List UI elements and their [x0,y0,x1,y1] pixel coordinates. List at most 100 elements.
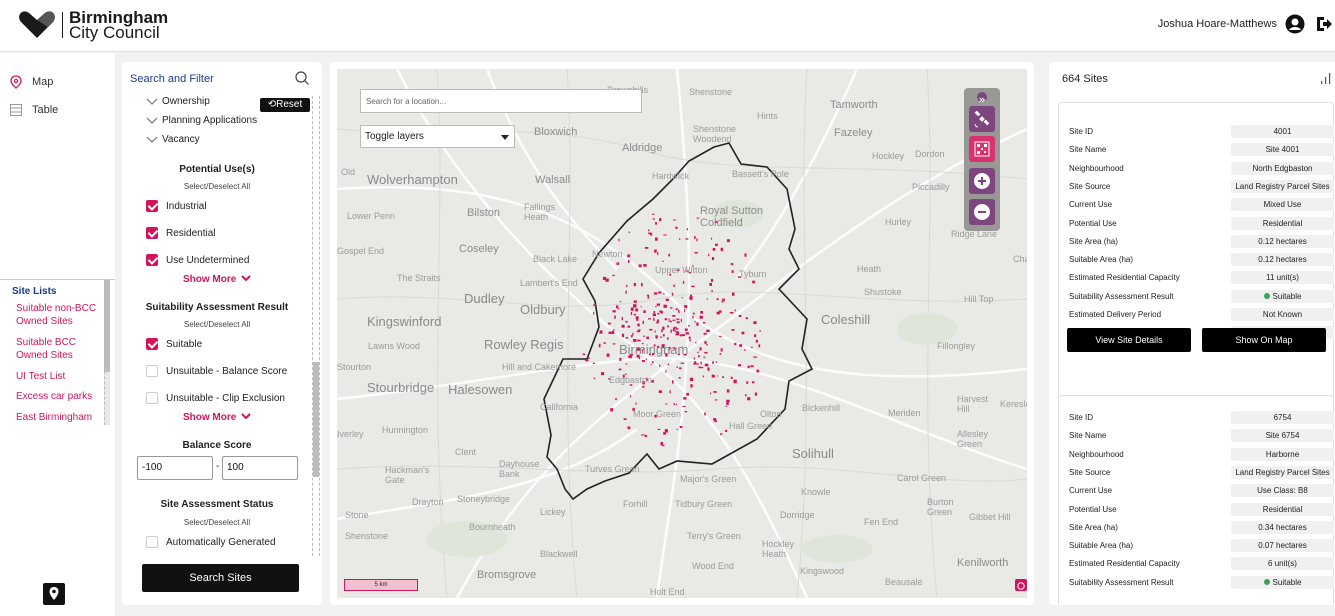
site-marker[interactable] [707,367,710,371]
site-marker[interactable] [625,363,628,365]
site-marker[interactable] [659,364,661,367]
site-marker[interactable] [734,342,737,346]
site-marker[interactable] [739,344,743,347]
site-marker[interactable] [660,310,663,314]
site-marker[interactable] [659,218,662,222]
site-marker[interactable] [752,280,756,284]
site-marker[interactable] [755,339,758,343]
site-marker[interactable] [738,315,742,317]
site-marker[interactable] [669,320,672,323]
site-marker[interactable] [685,332,690,335]
site-marker[interactable] [726,239,730,243]
site-list-item[interactable]: UI Test List [16,370,98,383]
site-list-item[interactable]: Suitable non-BCC Owned Sites [16,302,98,328]
site-marker[interactable] [662,326,665,330]
site-marker[interactable] [657,252,659,256]
site-marker[interactable] [679,367,682,370]
site-marker[interactable] [758,344,761,348]
site-marker[interactable] [675,403,677,406]
site-marker[interactable] [675,308,678,311]
site-marker[interactable] [694,320,696,323]
view-site-details-button[interactable]: View Site Details [1067,328,1191,352]
site-marker[interactable] [593,304,597,306]
site-marker[interactable] [704,351,708,354]
site-marker[interactable] [699,315,703,319]
site-marker[interactable] [621,333,625,338]
site-marker[interactable] [747,365,750,369]
site-marker[interactable] [627,325,631,328]
site-marker[interactable] [711,374,715,378]
checkbox[interactable] [146,365,158,377]
site-marker[interactable] [725,429,728,432]
potential-use-select-all[interactable]: Select/Deselect All [122,182,312,191]
site-marker[interactable] [751,381,755,384]
section-ownership[interactable]: Ownership [146,96,210,107]
site-marker[interactable] [667,337,669,340]
site-marker[interactable] [669,390,671,394]
site-marker[interactable] [593,312,595,315]
bcc-logo[interactable]: Birmingham City Council [18,9,168,41]
site-marker[interactable] [658,291,662,294]
site-marker[interactable] [657,428,661,430]
site-marker[interactable] [732,292,735,296]
site-marker[interactable] [644,434,648,437]
site-marker[interactable] [678,377,681,379]
site-marker[interactable] [630,307,634,311]
site-marker[interactable] [745,317,748,320]
site-marker[interactable] [706,329,710,333]
map-canvas[interactable]: Brownhills Shenstone Hints Tamworth Blox… [337,69,1027,598]
site-marker[interactable] [608,331,612,334]
site-marker[interactable] [685,238,689,240]
site-marker[interactable] [696,238,698,242]
site-marker[interactable] [696,322,699,326]
site-marker[interactable] [599,330,603,334]
site-marker[interactable] [664,429,668,433]
site-marker[interactable] [704,412,706,416]
checkbox-residential[interactable]: Residential [146,227,215,239]
site-marker[interactable] [683,397,687,400]
site-marker[interactable] [642,360,645,363]
site-marker[interactable] [647,294,650,297]
site-marker[interactable] [696,363,699,365]
site-marker[interactable] [657,312,660,315]
site-marker[interactable] [650,363,652,365]
site-marker[interactable] [642,385,645,388]
site-marker[interactable] [649,328,653,331]
site-marker[interactable] [623,418,627,420]
zoom-out-button[interactable] [969,199,995,225]
site-marker[interactable] [726,389,730,393]
site-marker[interactable] [643,310,646,313]
site-marker[interactable] [744,349,746,351]
site-marker[interactable] [694,236,696,239]
site-marker[interactable] [675,333,679,336]
site-marker[interactable] [611,330,615,335]
site-marker[interactable] [633,304,637,308]
site-marker[interactable] [662,260,664,262]
checkbox[interactable] [146,227,158,239]
site-marker[interactable] [754,334,757,338]
site-marker[interactable] [657,319,659,322]
site-marker[interactable] [616,305,619,309]
site-marker[interactable] [690,384,693,388]
checkbox-unsuitable-balance[interactable]: Unsuitable - Balance Score [146,365,287,377]
site-marker[interactable] [602,276,607,280]
site-marker[interactable] [720,348,723,352]
site-marker[interactable] [694,361,697,364]
site-marker[interactable] [635,316,639,319]
site-marker[interactable] [706,298,708,300]
site-marker[interactable] [720,433,723,435]
site-marker[interactable] [656,321,659,324]
site-marker[interactable] [612,310,616,313]
site-marker[interactable] [662,444,665,447]
site-marker[interactable] [635,308,639,312]
site-marker[interactable] [658,390,662,393]
site-marker[interactable] [692,315,694,319]
checkbox-automatically-generated[interactable]: Automatically Generated [146,536,276,548]
site-marker[interactable] [741,331,745,335]
site-lists-scroll-thumb[interactable] [104,280,110,372]
double-chevron-icon[interactable] [977,92,987,103]
zoom-in-button[interactable] [969,168,995,194]
site-marker[interactable] [592,362,595,364]
site-marker[interactable] [618,368,622,371]
suitability-select-all[interactable]: Select/Deselect All [122,320,312,329]
